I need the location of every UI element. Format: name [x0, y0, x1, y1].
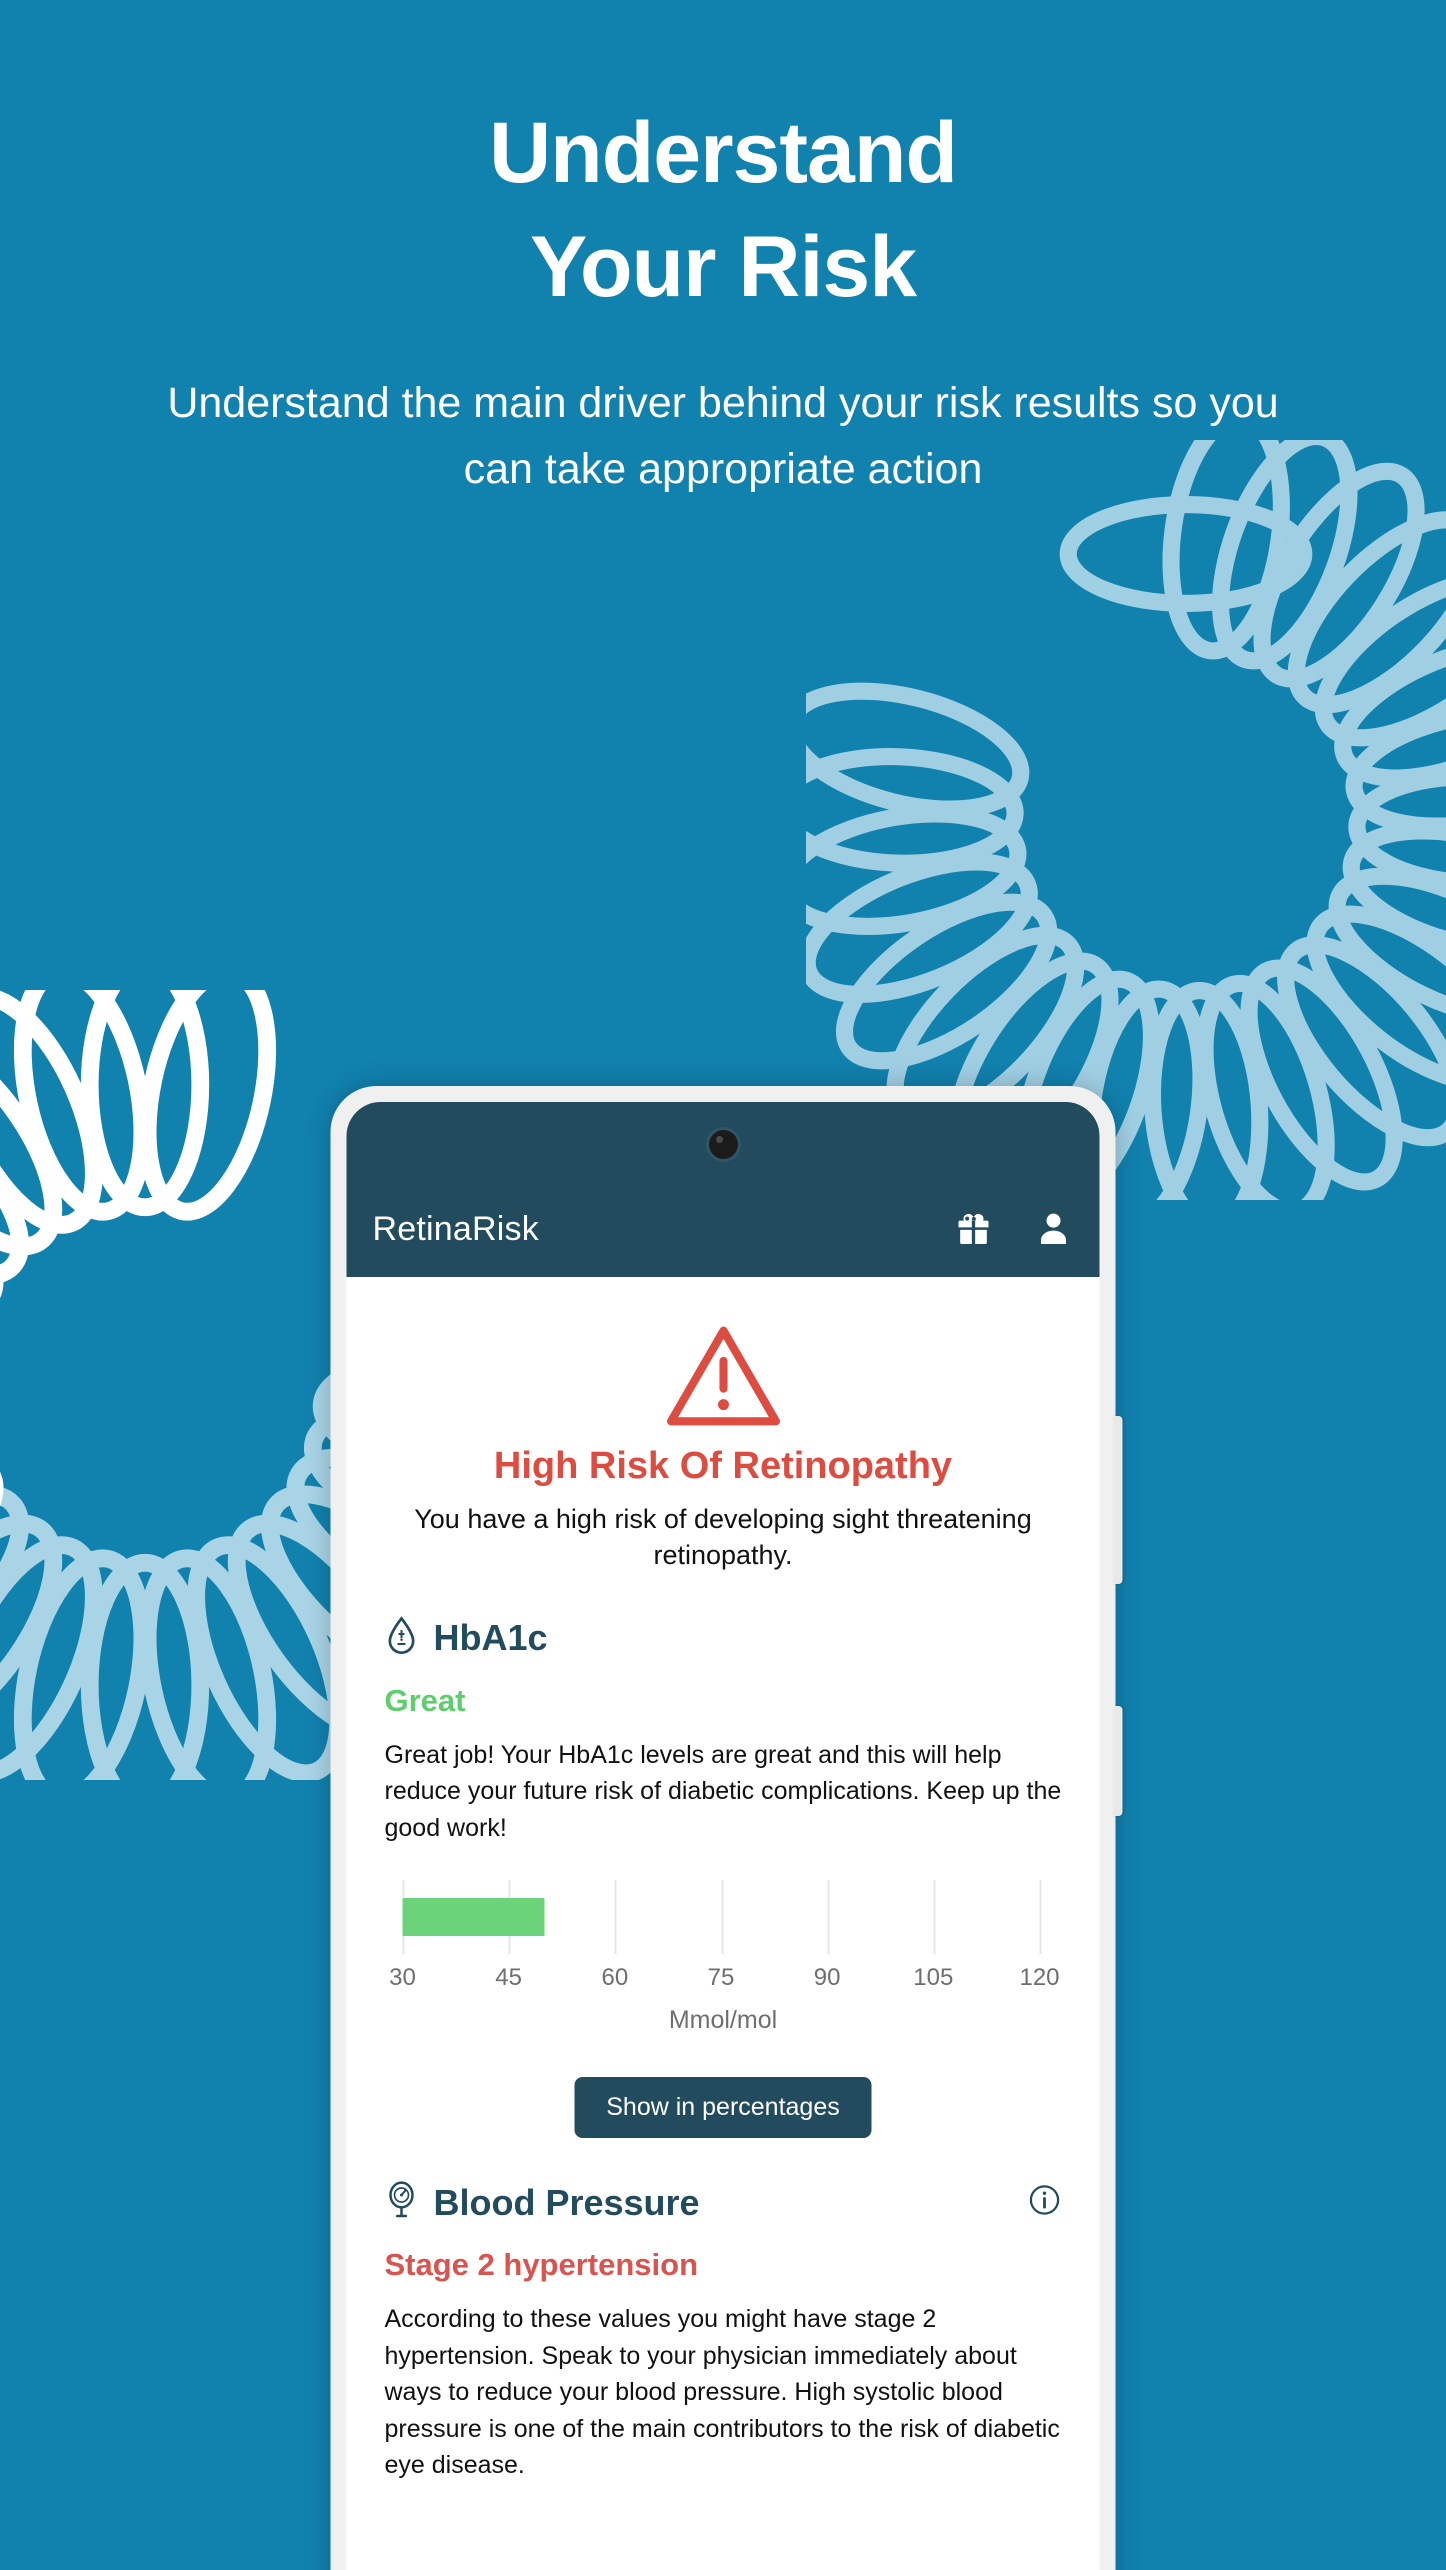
info-circle-icon[interactable] — [1028, 2183, 1062, 2222]
power-button[interactable] — [1113, 1706, 1123, 1816]
chart-tick-label: 60 — [601, 1964, 629, 1992]
app-bar-actions — [954, 1209, 1074, 1249]
risk-description: You have a high risk of developing sight… — [414, 1504, 1032, 1570]
chart-tick-label: 120 — [1019, 1964, 1060, 1992]
metric-blood-pressure-name: Blood Pressure — [433, 2181, 700, 2223]
metric-blood-pressure-header: Blood Pressure — [385, 2180, 1062, 2225]
page-title: Understand Your Risk — [150, 96, 1296, 325]
chart-tick-label: 30 — [389, 1964, 416, 1992]
chart-tick-label: 105 — [913, 1964, 954, 1992]
screen-content: High Risk Of Retinopathy You have a high… — [346, 1277, 1100, 2570]
phone-mockup: RetinaRisk High Risk Of Retinopathy You … — [330, 1086, 1123, 2570]
chart-gridline — [1039, 1880, 1042, 1955]
app-bar: RetinaRisk — [346, 1102, 1100, 1277]
chart-gridline — [827, 1880, 830, 1955]
chart-bar — [402, 1898, 545, 1937]
page-title-line-1: Understand — [489, 105, 958, 201]
front-camera-icon — [708, 1130, 738, 1159]
metric-hba1c-description: Great job! Your HbA1c levels are great a… — [384, 1740, 1062, 1842]
hero-section: Understand Your Risk Understand the main… — [0, 96, 1446, 502]
metric-blood-pressure-description: According to these values you might have… — [384, 2305, 1060, 2480]
metric-hba1c-header: HbA1c — [385, 1616, 1062, 1661]
chart-gridline — [614, 1880, 617, 1955]
metric-hba1c-name: HbA1c — [433, 1617, 548, 1659]
pressure-gauge-icon — [385, 2180, 419, 2225]
chart-gridline — [721, 1880, 723, 1955]
page-subtitle: Understand the main driver behind your r… — [167, 378, 1279, 493]
hba1c-chart-plot — [402, 1880, 1042, 1955]
show-in-percentages-button[interactable]: Show in percentages — [574, 2077, 872, 2139]
metric-hba1c-status: Great — [384, 1682, 466, 1718]
chart-tick-label: 90 — [813, 1964, 841, 1992]
gift-icon[interactable] — [954, 1209, 994, 1249]
risk-summary: High Risk Of Retinopathy You have a high… — [385, 1321, 1062, 1574]
hba1c-chart: 30 45 60 75 90 105 120 Mmol/mol — [385, 1880, 1062, 2035]
chart-gridline — [933, 1880, 936, 1955]
chart-tick-label: 75 — [707, 1964, 735, 1992]
person-icon[interactable] — [1034, 1209, 1074, 1249]
volume-rocker-button[interactable] — [1113, 1416, 1123, 1584]
metric-blood-pressure: Blood Pressure Stage 2 hypertension Acco… — [385, 2180, 1062, 2484]
blood-drop-icon — [385, 1616, 419, 1661]
hba1c-chart-axis-ticks: 30 45 60 75 90 105 120 — [389, 1964, 1059, 2000]
hba1c-chart-actions: Show in percentages — [385, 2077, 1062, 2139]
phone-screen: RetinaRisk High Risk Of Retinopathy You … — [346, 1102, 1100, 2570]
risk-title: High Risk Of Retinopathy — [493, 1445, 953, 1487]
metric-blood-pressure-status: Stage 2 hypertension — [384, 2247, 699, 2283]
chart-tick-label: 45 — [495, 1964, 523, 1992]
page-title-line-2: Your Risk — [529, 219, 917, 316]
metric-hba1c: HbA1c Great Great job! Your HbA1c levels… — [385, 1616, 1062, 2139]
warning-triangle-icon — [666, 1326, 780, 1426]
hba1c-chart-xlabel: Mmol/mol — [668, 2006, 778, 2035]
app-title: RetinaRisk — [372, 1210, 539, 1248]
